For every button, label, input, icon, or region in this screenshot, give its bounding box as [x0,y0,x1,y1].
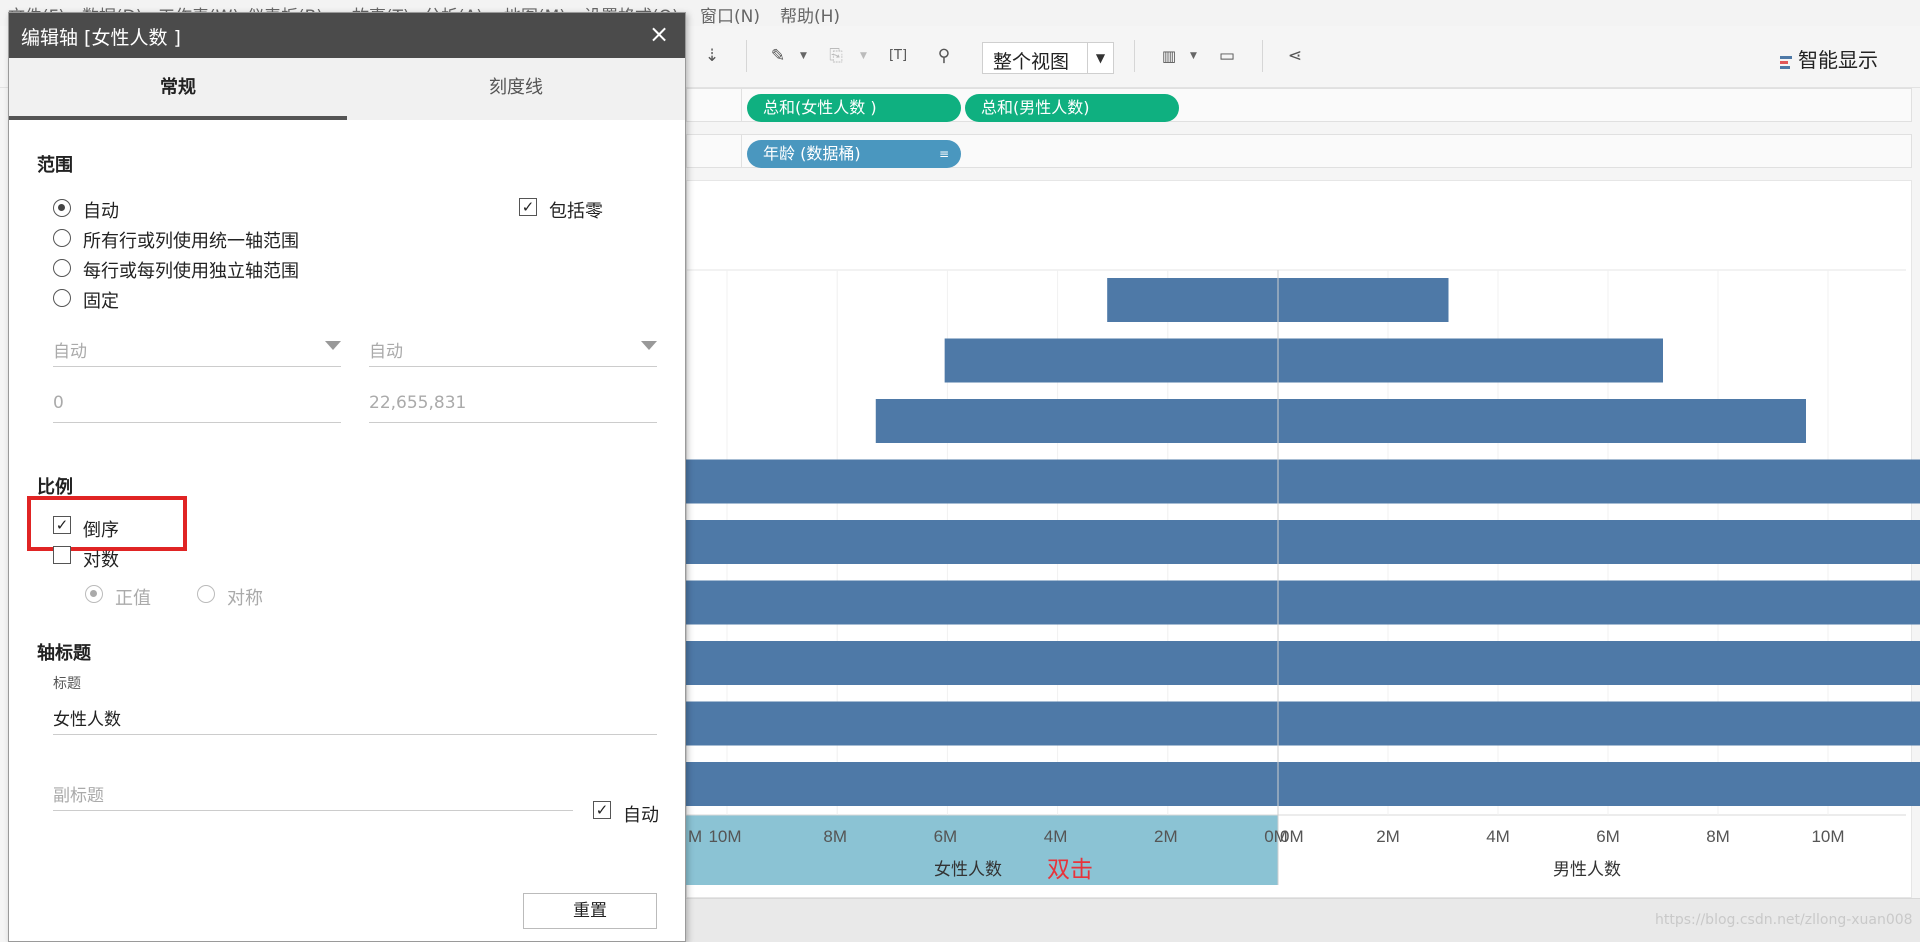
subtitle-auto-label: 自动 [623,805,659,826]
shelf-divider [741,135,742,167]
double-click-annotation: 双击 [1047,857,1093,883]
male-axis-title: 男性人数 [1553,860,1621,880]
reversed-highlight-box [27,496,187,551]
range-start-value: 0 [53,393,64,413]
range-uniform-label: 所有行或列使用统一轴范围 [83,231,299,252]
chevron-down-icon[interactable]: ▼ [860,44,867,68]
chevron-down-icon[interactable] [641,341,657,350]
fit-view-select[interactable]: 整个视图 ▼ [982,42,1114,74]
range-auto-radio[interactable] [53,199,71,217]
smart-show-label: 智能显示 [1798,48,1878,72]
dialog-title: 编辑轴 [女性人数 ] [21,27,181,49]
include-zero-label: 包括零 [549,201,603,222]
toolbar-separator [746,40,747,72]
close-icon[interactable]: × [645,19,673,49]
title-field-label: 标题 [53,676,81,692]
axis-title-section-title: 轴标题 [37,643,91,664]
range-uniform-radio[interactable] [53,229,71,247]
sort-icon[interactable]: ⇣ [700,44,724,68]
log-checkbox[interactable] [53,546,71,564]
highlight-icon[interactable]: ✎ [768,44,788,68]
range-section-title: 范围 [37,155,73,176]
chevron-down-icon[interactable]: ▼ [800,44,807,68]
range-start-input[interactable]: 0 [53,387,341,423]
tableau-workspace: 文件(F)数据(D)工作表(W)仪表板(B)故事(T)分析(A)地图(M)设置格… [0,0,1920,942]
log-label: 对数 [83,550,119,571]
pin-icon[interactable]: ⚲ [934,44,954,68]
male-sum-pill[interactable]: 总和(男性人数) [965,94,1179,122]
age-bin-pill[interactable]: 年龄 (数据桶) ≡ [747,140,961,168]
range-end-select[interactable]: 自动 [369,331,657,367]
range-independent-radio[interactable] [53,259,71,277]
dialog-titlebar[interactable]: 编辑轴 [女性人数 ] × [9,13,685,58]
range-start-mode: 自动 [53,342,87,362]
reset-button[interactable]: 重置 [523,893,657,929]
shelf-divider [741,89,742,121]
female-sum-pill[interactable]: 总和(女性人数 ) [747,94,961,122]
dialog-tabs: 常规 刻度线 [9,58,685,120]
range-end-mode: 自动 [369,342,403,362]
menu-item[interactable]: 帮助(H) [780,2,840,27]
symmetric-label: 对称 [227,588,263,609]
fit-view-label: 整个视图 [993,51,1070,73]
axis-title-value: 女性人数 [53,710,121,730]
smart-show-icon [1780,55,1794,69]
subtitle-input[interactable]: 副标题 [53,775,573,811]
chart-panel [686,180,1912,898]
chevron-down-icon[interactable]: ▼ [1190,44,1197,68]
columns-shelf[interactable]: 总和(女性人数 ) 总和(男性人数) [686,88,1912,122]
include-zero-checkbox[interactable]: ✓ [519,198,537,216]
presentation-icon[interactable]: ▭ [1216,44,1238,68]
range-end-value: 22,655,831 [369,393,467,413]
tab-general[interactable]: 常规 [9,58,347,120]
toolbar-separator [1262,40,1263,72]
female-axis-title: 女性人数 [934,860,1002,880]
paperclip-icon[interactable]: ⎘ [826,44,846,68]
sort-descending-icon[interactable]: ≡ [939,140,949,168]
rows-shelf[interactable]: 年龄 (数据桶) ≡ [686,134,1912,168]
chevron-down-icon[interactable] [325,341,341,350]
smart-show-button[interactable]: 智能显示 [1780,44,1878,73]
show-labels-icon[interactable]: ▥ [1158,44,1180,68]
range-fixed-radio[interactable] [53,289,71,307]
symmetric-radio[interactable] [197,585,215,603]
share-icon[interactable]: ⋖ [1284,44,1306,68]
range-end-input[interactable]: 22,655,831 [369,387,657,423]
axis-title-input[interactable]: 女性人数 [53,699,657,735]
age-bin-label: 年龄 (数据桶) [763,144,861,163]
watermark-text: https://blog.csdn.net/zllong-xuan008 [1655,912,1913,928]
subtitle-placeholder: 副标题 [53,786,104,806]
chevron-down-icon[interactable]: ▼ [1087,43,1113,73]
range-independent-label: 每行或每列使用独立轴范围 [83,261,299,282]
positive-radio[interactable] [85,585,103,603]
tab-tick-marks[interactable]: 刻度线 [347,58,685,120]
range-fixed-label: 固定 [83,291,119,312]
edit-axis-dialog: 编辑轴 [女性人数 ] × 常规 刻度线 范围 自动 所有行或列使用统一轴范围 … [8,12,686,942]
toolbar-separator [1134,40,1135,72]
menu-item[interactable]: 窗口(N) [700,2,760,27]
positive-label: 正值 [115,588,151,609]
text-box-icon[interactable]: [T] [888,44,908,68]
subtitle-auto-checkbox[interactable]: ✓ [593,801,611,819]
range-start-select[interactable]: 自动 [53,331,341,367]
range-auto-label: 自动 [83,201,119,222]
